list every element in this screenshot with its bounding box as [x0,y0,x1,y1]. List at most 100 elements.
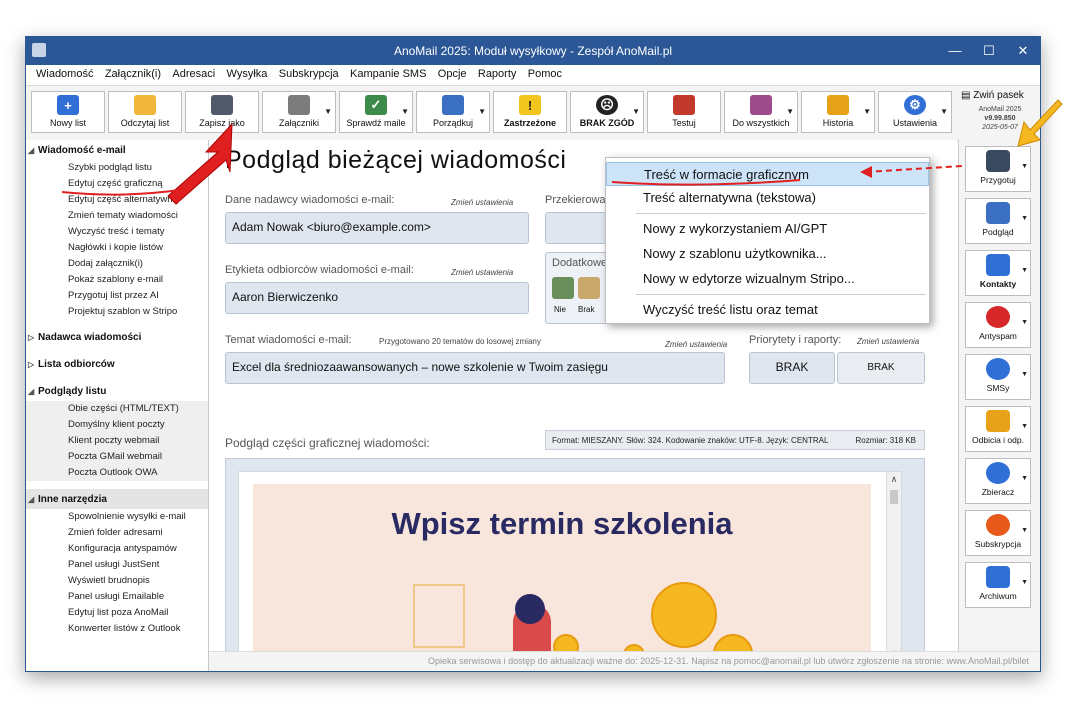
settings-button[interactable]: ⚙ Ustawienia ▼ [878,91,952,133]
menu-raporty[interactable]: Raporty [474,65,521,83]
menu-zalaczniki[interactable]: Załącznik(i) [101,65,165,83]
folder-icon [134,95,156,115]
scrollbar-thumb[interactable] [890,490,898,504]
chevron-up-icon[interactable]: ∧ [887,474,901,485]
sender-field[interactable]: Adam Nowak <biuro@example.com> [225,212,529,244]
preview-info: Format: MIESZANY. Słów: 324. Kodowanie z… [552,436,829,445]
attachments-button[interactable]: Załączniki ▼ [262,91,336,133]
sms-button[interactable]: SMSy ▼ [965,354,1031,400]
sidebar-section-odbiorcy[interactable]: ▷ Lista odbiorców [26,347,208,374]
menu-item-clear-content[interactable]: Wyczyść treść listu oraz temat [606,298,929,322]
sidebar-item[interactable]: Wyświetl brudnopis [26,573,208,589]
sms-icon [986,358,1010,380]
preview-info-bar: Format: MIESZANY. Słów: 324. Kodowanie z… [545,430,925,450]
priority-label: Priorytety i raporty: [749,334,842,346]
sidebar-item[interactable]: Pokaż szablony e-mail [26,272,208,288]
new-letter-button[interactable]: + Nowy list [31,91,105,133]
mail-all-icon [750,95,772,115]
minimize-button[interactable]: — [938,37,972,65]
maximize-button[interactable]: ☐ [972,37,1006,65]
chevron-down-icon: ▼ [1021,527,1028,534]
collapse-icon: ▤ [961,90,971,101]
menu-item-alt-content[interactable]: Treść alternatywna (tekstowa) [606,186,929,210]
toolbar: + Nowy list Odczytaj list Zapisz jako Zał… [26,86,1040,141]
recipients-change-settings-link[interactable]: Zmień ustawienia [451,268,513,277]
menu-subskrypcja[interactable]: Subskrypcja [275,65,343,83]
check-mails-button[interactable]: ✓ Sprawdź maile ▼ [339,91,413,133]
subject-field[interactable]: Excel dla średniozaawansowanych – nowe s… [225,352,725,384]
antispam-button[interactable]: Antyspam ▼ [965,302,1031,348]
menu-opcje[interactable]: Opcje [434,65,471,83]
sidebar-item[interactable]: Szybki podgląd listu [26,160,208,176]
triangle-right-icon: ▷ [28,333,35,342]
menu-item-graphic-content[interactable]: Treść w formacie graficznym [606,162,929,186]
subscription-button[interactable]: Subskrypcja ▼ [965,510,1031,556]
history-button[interactable]: Historia ▼ [801,91,875,133]
sidebar-item[interactable]: Zmień folder adresami [26,525,208,541]
priority-change-settings-link[interactable]: Zmień ustawienia [857,337,919,346]
collapse-toolbar[interactable]: ▤ Zwiń pasek AnoMail 2025 v9.99.850 2025-0… [961,90,1039,132]
prepare-button[interactable]: Przygotuj ▼ [965,146,1031,192]
sidebar-item[interactable]: Panel usługi JustSent [26,557,208,573]
organize-button[interactable]: Porządkuj ▼ [416,91,490,133]
person-head-icon [515,594,545,624]
sidebar-section-inne[interactable]: ◢ Inne narzędzia [26,489,208,509]
menu-kampanie-sms[interactable]: Kampanie SMS [346,65,430,83]
sender-label: Dane nadawcy wiadomości e-mail: [225,194,395,206]
sidebar-item[interactable]: Poczta GMail webmail [26,449,208,465]
bounces-button[interactable]: Odbicia i odp. ▼ [965,406,1031,452]
sidebar-item[interactable]: Konwerter listów z Outlook [26,621,208,637]
menu-item-new-stripo[interactable]: Nowy w edytorze wizualnym Stripo... [606,267,929,291]
chevron-down-icon: ▼ [1021,163,1028,170]
sidebar-item[interactable]: Panel usługi Emailable [26,589,208,605]
sidebar-item[interactable]: Zmień tematy wiadomości [26,208,208,224]
sidebar-item[interactable]: Projektuj szablon w Stripo [26,304,208,320]
sidebar-item[interactable]: Dodaj załącznik(i) [26,256,208,272]
sidebar-item[interactable]: Edytuj część alternatywną [26,192,208,208]
no-consents-button[interactable]: ☹ BRAK ZGÓD ▼ [570,91,644,133]
reports-field[interactable]: BRAK [837,352,925,384]
menu-wiadomosc[interactable]: Wiadomość [32,65,97,83]
sidebar-item[interactable]: Edytuj list poza AnoMail [26,605,208,621]
restricted-button[interactable]: ! Zastrzeżone [493,91,567,133]
menu-item-new-ai[interactable]: Nowy z wykorzystaniem AI/GPT [606,217,929,241]
preview-scrollbar[interactable]: ∧ ∨ [886,472,901,671]
preview-viewport[interactable]: Wpisz termin szkolenia ∧ ∨ [238,471,902,671]
sidebar-section-wiadomosc[interactable]: ◢ Wiadomość e-mail [26,140,208,160]
sidebar-item[interactable]: Spowolnienie wysyłki e-mail [26,509,208,525]
sidebar-item[interactable]: Edytuj część graficzną [26,176,208,192]
sidebar-item[interactable]: Poczta Outlook OWA [26,465,208,481]
contacts-button[interactable]: Kontakty ▼ [965,250,1031,296]
subject-note: Przygotowano 20 tematów do losowej zmian… [379,337,541,346]
sidebar-item[interactable]: Domyślny klient poczty [26,417,208,433]
collector-button[interactable]: Zbieracz ▼ [965,458,1031,504]
priority-field[interactable]: BRAK [749,352,835,384]
menu-adresaci[interactable]: Adresaci [168,65,219,83]
sidebar-item[interactable]: Nagłówki i kopie listów [26,240,208,256]
archive-button[interactable]: Archiwum ▼ [965,562,1031,608]
recipients-field[interactable]: Aaron Bierwiczenko [225,282,529,314]
sidebar-item[interactable]: Konfiguracja antyspamów [26,541,208,557]
sidebar-item[interactable]: Wyczyść treść i tematy [26,224,208,240]
chevron-down-icon: ▼ [1021,579,1028,586]
preview-frame: Wpisz termin szkolenia ∧ ∨ [225,458,925,671]
picture-frame-icon [413,584,465,648]
close-button[interactable]: ✕ [1006,37,1040,65]
sidebar-item[interactable]: Przygotuj list przez AI [26,288,208,304]
preview-button[interactable]: Podgląd ▼ [965,198,1031,244]
sidebar-item[interactable]: Obie części (HTML/TEXT) [26,401,208,417]
sender-change-settings-link[interactable]: Zmień ustawienia [451,198,513,207]
sidebar-section-nadawca[interactable]: ▷ Nadawca wiadomości [26,320,208,347]
subject-change-settings-link[interactable]: Zmień ustawienia [665,340,727,349]
save-as-button[interactable]: Zapisz jako [185,91,259,133]
test-button[interactable]: Testuj [647,91,721,133]
open-letter-button[interactable]: Odczytaj list [108,91,182,133]
menu-wysylka[interactable]: Wysyłka [223,65,272,83]
bell-icon [986,514,1010,536]
menu-item-new-template[interactable]: Nowy z szablonu użytkownika... [606,242,929,266]
sidebar-item[interactable]: Klient poczty webmail [26,433,208,449]
sidebar-section-podglady[interactable]: ◢ Podglądy listu [26,374,208,401]
send-to-all-button[interactable]: Do wszystkich ▼ [724,91,798,133]
chevron-down-icon: ▼ [1021,267,1028,274]
menu-pomoc[interactable]: Pomoc [524,65,566,83]
